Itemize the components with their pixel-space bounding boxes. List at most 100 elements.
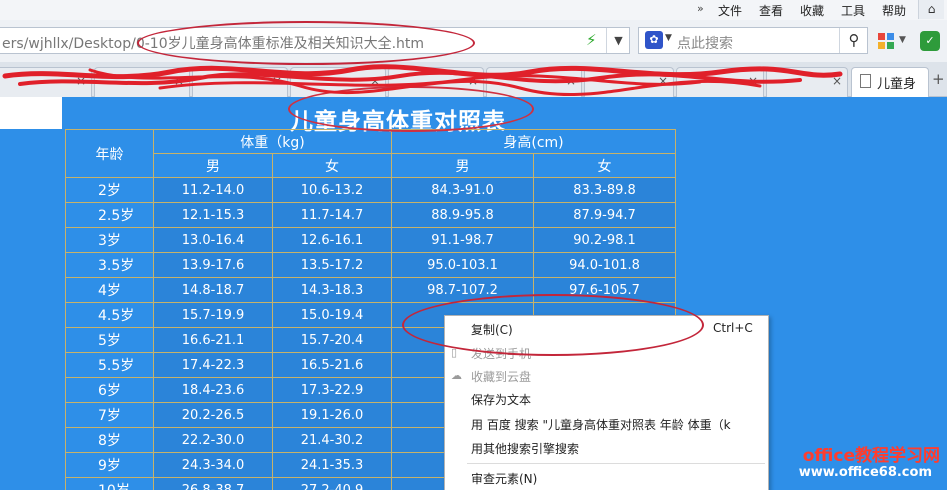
weight-male-cell: 24.3-34.0 [153,452,273,478]
header-height: 身高(cm) [390,129,677,154]
baidu-paw-icon[interactable]: ✿ [645,31,663,49]
menu-favorites[interactable]: 收藏 [800,2,824,19]
menu-item-save-text-label: 保存为文本 [471,393,532,407]
menu-help[interactable]: 帮助 [882,2,906,19]
weight-male-cell: 22.2-30.0 [153,427,273,453]
annotation-scribble-tabs [2,64,843,97]
annotation-ellipse-copy [402,294,704,356]
tab-active-label: 儿童身 [877,77,917,92]
table-header-row: 年龄 体重（kg) 身高(cm) [65,129,677,178]
weight-female-cell: 10.6-13.2 [272,177,392,203]
menu-overflow-chevron[interactable]: » [697,2,704,15]
menu-item-copy-shortcut: Ctrl+C [713,321,753,335]
weight-female-cell: 15.7-20.4 [272,327,392,353]
table-row: 2.5岁 12.1-15.3 11.7-14.7 88.9-95.8 87.9-94.7 [65,202,677,228]
tab-active[interactable]: 儿童身 [851,67,929,97]
search-engine-dropdown-icon[interactable]: ▼ [665,33,672,43]
menu-item-other-search[interactable]: 用其他搜索引擎搜索 [445,436,770,460]
menu-bar: » 文件 查看 收藏 工具 帮助 ⌂ [0,0,947,20]
weight-female-cell: 14.3-18.3 [272,277,392,303]
new-tab-icon[interactable]: + [932,70,945,88]
weight-male-cell: 13.9-17.6 [153,252,273,278]
menu-view[interactable]: 查看 [759,2,783,19]
weight-male-cell: 13.0-16.4 [153,227,273,253]
weight-female-cell: 12.6-16.1 [272,227,392,253]
header-weight-male: 男 [153,153,273,178]
weight-female-cell: 19.1-26.0 [272,402,392,428]
weight-female-cell: 13.5-17.2 [272,252,392,278]
watermark: office教程学习网 www.office68.com [790,441,940,485]
watermark-url: www.office68.com [798,465,932,480]
weight-male-cell: 17.4-22.3 [153,352,273,378]
weight-male-cell: 11.2-14.0 [153,177,273,203]
search-input[interactable]: 点此搜索 [677,33,733,53]
menu-separator [467,463,765,464]
weight-female-cell: 24.1-35.3 [272,452,392,478]
watermark-site-name: office教程学习网 [802,446,940,466]
shield-icon[interactable]: ✓ [920,31,940,51]
weight-female-cell: 15.0-19.4 [272,302,392,328]
extensions-dropdown-icon[interactable]: ▼ [899,35,906,45]
document-icon [860,74,871,88]
menu-item-baidu-search[interactable]: 用 百度 搜索 "儿童身高体重对照表 年龄 体重（k [445,412,770,436]
menu-item-inspect[interactable]: 审查元素(N) [445,466,770,490]
weight-male-cell: 16.6-21.1 [153,327,273,353]
height-male-cell: 88.9-95.8 [391,202,534,228]
weight-male-cell: 26.8-38.7 [153,477,273,490]
menu-item-inspect-label: 审查元素(N) [471,472,538,486]
age-cell: 4.5岁 [65,302,154,328]
weight-male-cell: 20.2-26.5 [153,402,273,428]
age-cell: 4岁 [65,277,154,303]
height-female-cell: 90.2-98.1 [532,227,677,253]
menu-file[interactable]: 文件 [718,2,742,19]
age-cell: 10岁 [65,477,154,490]
weight-female-cell: 17.3-22.9 [272,377,392,403]
age-cell: 5.5岁 [65,352,154,378]
menu-item-save-cloud: ☁ 收藏到云盘 [445,364,770,388]
home-icon[interactable]: ⌂ [918,0,944,19]
weight-male-cell: 18.4-23.6 [153,377,273,403]
table-subheader-row: 男 女 男 女 [66,153,677,178]
age-cell: 5岁 [65,327,154,353]
table-row: 3.5岁 13.9-17.6 13.5-17.2 95.0-103.1 94.0-101… [65,252,677,278]
age-cell: 2.5岁 [65,202,154,228]
menu-item-other-search-label: 用其他搜索引擎搜索 [471,442,580,456]
weight-female-cell: 16.5-21.6 [272,352,392,378]
search-box[interactable]: ✿ ▼ 点此搜索 ⚲ [638,27,868,54]
weight-female-cell: 27.2-40.9 [272,477,392,490]
table-row: 2岁 11.2-14.0 10.6-13.2 84.3-91.0 83.3-89.8 [65,177,677,203]
height-male-cell: 95.0-103.1 [391,252,534,278]
annotation-ellipse-address [137,21,475,65]
search-icon[interactable]: ⚲ [839,28,868,53]
weight-female-cell: 21.4-30.2 [272,427,392,453]
menu-item-save-cloud-label: 收藏到云盘 [471,370,532,384]
table-row: 3岁 13.0-16.4 12.6-16.1 91.1-98.7 90.2-98.1 [65,227,677,253]
weight-male-cell: 12.1-15.3 [153,202,273,228]
age-cell: 2岁 [65,177,154,203]
header-height-male: 男 [391,153,534,178]
menu-item-save-text[interactable]: 保存为文本 [445,387,770,411]
age-cell: 3岁 [65,227,154,253]
age-cell: 8岁 [65,427,154,453]
extensions-icon[interactable] [878,33,894,49]
age-cell: 6岁 [65,377,154,403]
header-height-female: 女 [532,153,677,178]
weight-male-cell: 15.7-19.9 [153,302,273,328]
lightning-icon[interactable]: ⚡ [586,31,597,49]
height-male-cell: 91.1-98.7 [391,227,534,253]
cloud-icon: ☁ [451,369,462,382]
header-weight: 体重（kg) [153,129,392,154]
height-female-cell: 83.3-89.8 [532,177,677,203]
address-dropdown-icon[interactable]: ▼ [606,28,630,53]
weight-male-cell: 14.8-18.7 [153,277,273,303]
header-age: 年龄 [65,129,154,178]
height-female-cell: 94.0-101.8 [532,252,677,278]
weight-female-cell: 11.7-14.7 [272,202,392,228]
age-cell: 7岁 [65,402,154,428]
age-cell: 3.5岁 [65,252,154,278]
menu-tools[interactable]: 工具 [841,2,865,19]
height-male-cell: 84.3-91.0 [391,177,534,203]
age-cell: 9岁 [65,452,154,478]
header-weight-female: 女 [272,153,392,178]
height-female-cell: 87.9-94.7 [532,202,677,228]
